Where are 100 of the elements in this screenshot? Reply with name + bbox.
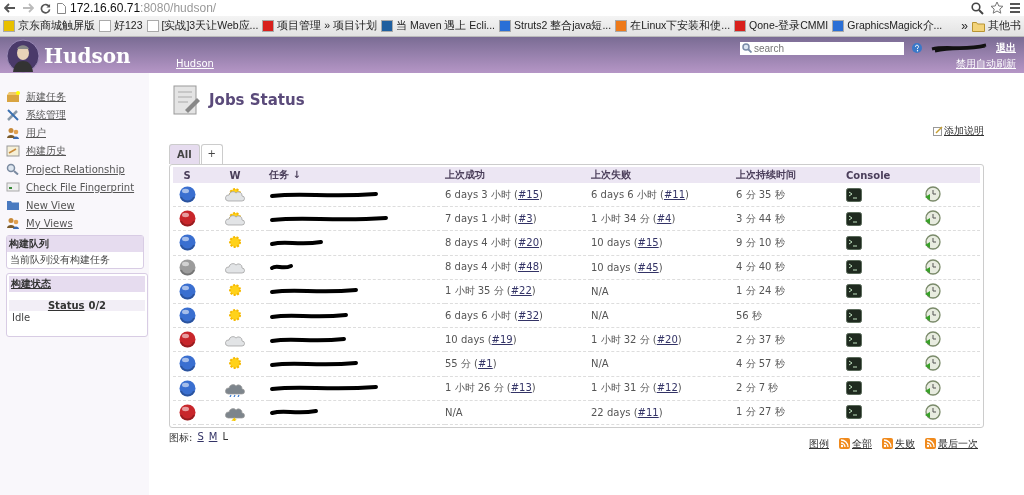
legend-link[interactable]: 图例: [809, 436, 829, 451]
bookmark[interactable]: 好123: [99, 19, 143, 33]
clock-icon[interactable]: [924, 331, 941, 349]
tools-icon[interactable]: [6, 109, 20, 121]
table-cell: 10 days (#19): [445, 334, 517, 346]
rss-icon[interactable]: [882, 438, 893, 450]
more-bookmarks[interactable]: »: [961, 19, 968, 33]
column-header[interactable]: 任务 ↓: [269, 169, 301, 180]
build-link[interactable]: #4: [656, 212, 672, 224]
pencil-icon[interactable]: [933, 126, 943, 136]
icon-size-link[interactable]: L: [222, 430, 228, 451]
feed-link[interactable]: 全部: [852, 436, 872, 451]
back-icon[interactable]: [4, 3, 16, 13]
table-cell: 22 days (#11): [591, 406, 663, 418]
status-ball-icon: [178, 234, 196, 252]
logout-link[interactable]: 退出: [996, 41, 1016, 55]
bookmark[interactable]: 京东商城触屏版: [3, 19, 95, 33]
bookmark[interactable]: [实战]3天让Web应...: [146, 19, 259, 33]
terminal-icon[interactable]: [846, 260, 862, 275]
clock-icon[interactable]: [924, 186, 941, 204]
package-icon[interactable]: [6, 91, 20, 103]
search-icon[interactable]: [971, 1, 984, 15]
icon-size-link[interactable]: M: [208, 430, 218, 451]
page-title: Jobs Status: [209, 91, 305, 109]
clock-icon[interactable]: [924, 258, 941, 276]
column-header[interactable]: W: [229, 169, 241, 181]
users-icon[interactable]: [6, 217, 20, 229]
address-field[interactable]: 172.16.60.71:8080/hudson/: [57, 1, 965, 15]
clock-icon[interactable]: [924, 234, 941, 252]
table-cell: 1 小时 32 分 (#20): [591, 333, 682, 345]
rss-icon[interactable]: [839, 438, 850, 450]
sidebar-link[interactable]: Check File Fingerprint: [26, 181, 135, 193]
bookmark[interactable]: Qone-登录CMMI: [734, 19, 829, 33]
build-link[interactable]: #12: [656, 382, 678, 394]
sidebar-link[interactable]: New View: [26, 199, 75, 211]
clock-icon[interactable]: [924, 379, 941, 397]
sidebar-link[interactable]: My Views: [26, 217, 73, 229]
terminal-icon[interactable]: [846, 284, 862, 299]
build-link[interactable]: #20: [656, 333, 678, 345]
build-link[interactable]: #11: [637, 406, 659, 418]
sidebar-link[interactable]: 新建任务: [26, 90, 66, 104]
panel-title-link[interactable]: 构建状态: [9, 276, 145, 292]
folder-icon[interactable]: [972, 20, 985, 32]
feed-link[interactable]: 最后一次: [938, 436, 978, 451]
view-tab[interactable]: +: [200, 144, 223, 164]
bookmark[interactable]: 当 Maven 遇上 Ecli...: [381, 19, 495, 33]
terminal-icon[interactable]: [846, 405, 862, 420]
table-cell: 2 分 7 秒: [736, 382, 779, 394]
clock-icon[interactable]: [924, 282, 941, 300]
sidebar-link[interactable]: 系统管理: [26, 108, 66, 122]
feed-link[interactable]: 失败: [895, 436, 915, 451]
build-link[interactable]: #45: [637, 261, 659, 273]
terminal-icon[interactable]: [846, 356, 862, 371]
view-tab[interactable]: All: [169, 144, 200, 164]
panel-title: 构建队列: [7, 236, 143, 252]
help-icon[interactable]: [912, 43, 922, 53]
clock-icon[interactable]: [924, 307, 941, 325]
bookmark[interactable]: Struts2 整合java短...: [499, 19, 612, 33]
build-link[interactable]: #15: [637, 237, 659, 249]
notepad-icon[interactable]: [6, 145, 20, 157]
table-cell: N/A: [591, 310, 609, 322]
status-ball-icon: [178, 307, 196, 325]
reload-icon[interactable]: [40, 2, 51, 14]
column-header[interactable]: 上次失败: [591, 169, 631, 180]
idle-text: Idle: [11, 311, 32, 324]
terminal-icon[interactable]: [846, 332, 862, 347]
status-link[interactable]: Status: [47, 300, 85, 311]
bookmark[interactable]: 项目管理 » 项目计划: [262, 19, 378, 33]
build-link[interactable]: #22: [510, 285, 532, 297]
clock-icon[interactable]: [924, 355, 941, 373]
sidebar-link[interactable]: 构建历史: [26, 144, 66, 158]
add-description-link[interactable]: 添加说明: [944, 124, 984, 138]
build-link[interactable]: #13: [510, 382, 532, 394]
table-cell: 7 days 1 小时 (#3): [445, 212, 537, 224]
terminal-icon[interactable]: [846, 381, 862, 396]
bookmark[interactable]: 在Linux下安装和使...: [615, 19, 731, 33]
status-ball-icon: [178, 331, 196, 349]
bookmark[interactable]: GraphicsMagick介...: [832, 19, 943, 33]
card-icon[interactable]: [6, 181, 20, 193]
terminal-icon[interactable]: [846, 187, 862, 202]
star-icon[interactable]: [990, 1, 1004, 15]
build-link[interactable]: #1: [478, 357, 493, 369]
sidebar-link[interactable]: Project Relationship: [26, 163, 125, 175]
terminal-icon[interactable]: [846, 235, 862, 250]
folder-icon[interactable]: [6, 199, 20, 211]
terminal-icon[interactable]: [846, 308, 862, 323]
sidebar-link[interactable]: 用户: [26, 126, 46, 140]
terminal-icon[interactable]: [846, 211, 862, 226]
rss-icon[interactable]: [925, 438, 936, 450]
clock-icon[interactable]: [924, 403, 941, 421]
menu-icon[interactable]: [1010, 2, 1020, 14]
table-cell: 8 days 4 小时 (#48): [445, 261, 543, 273]
clock-icon[interactable]: [924, 210, 941, 228]
column-header[interactable]: 上次成功: [445, 169, 485, 180]
users-icon[interactable]: [6, 127, 20, 139]
table-cell: N/A: [591, 358, 609, 370]
icon-size-link[interactable]: S: [197, 430, 204, 451]
build-link[interactable]: #19: [491, 334, 513, 346]
bookmark-folder[interactable]: 其他书: [972, 19, 1021, 33]
table-cell: 4 分 57 秒: [736, 357, 785, 369]
